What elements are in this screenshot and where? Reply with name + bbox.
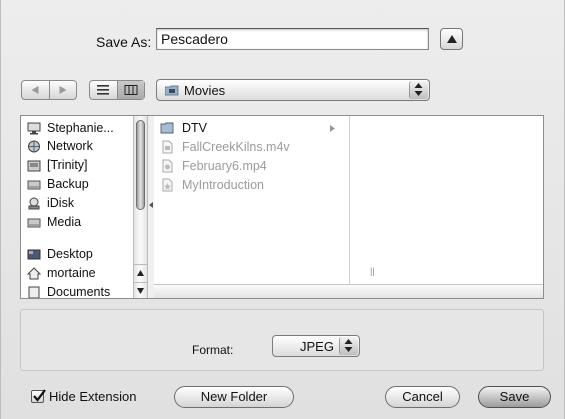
- home-icon: [26, 266, 42, 280]
- sidebar-item-label: iDisk: [47, 196, 75, 210]
- sidebar-item-trinity[interactable]: [Trinity]: [27, 156, 88, 174]
- splitter-grip-icon: [149, 202, 153, 208]
- file-browser: Stephanie... Network [Trinity] Backup iD…: [20, 115, 544, 299]
- cancel-button[interactable]: Cancel: [385, 386, 460, 408]
- sidebar-item-label: Stephanie...: [47, 121, 114, 135]
- file-name: DTV: [182, 121, 207, 135]
- sidebar-item-label: mortaine: [47, 266, 96, 280]
- idisk-icon: [27, 197, 41, 210]
- column-resize-handle[interactable]: ||: [370, 266, 375, 276]
- list-view-button[interactable]: [90, 81, 117, 99]
- collapse-button[interactable]: [440, 28, 463, 50]
- checkmark-icon: [33, 389, 46, 402]
- filename-input[interactable]: Pescadero: [156, 28, 429, 50]
- sidebar-item-network[interactable]: Network: [27, 137, 93, 155]
- sidebar-scrollbar[interactable]: [133, 116, 148, 298]
- sidebar-scroll-arrows: [134, 264, 147, 298]
- format-accessory-panel: Format: JPEG: [20, 309, 544, 371]
- desktop-icon: [27, 248, 41, 261]
- arrow-right-icon: [59, 86, 67, 94]
- sidebar-item-label: Network: [47, 139, 93, 153]
- location-popup[interactable]: Movies: [156, 79, 430, 101]
- file-row-dtv[interactable]: DTV: [160, 119, 335, 137]
- hide-extension-label[interactable]: Hide Extension: [49, 389, 136, 404]
- browser-horizontal-scrollbar[interactable]: [154, 284, 543, 298]
- sidebar-item-label: Documents: [47, 285, 111, 299]
- location-label: Movies: [184, 83, 226, 98]
- format-popup[interactable]: JPEG: [272, 335, 360, 357]
- file-name: February6.mp4: [182, 159, 267, 173]
- computer-icon: [27, 122, 41, 135]
- file-name: MyIntroduction: [182, 178, 264, 192]
- arrow-down-icon: [137, 288, 144, 294]
- format-label: Format:: [192, 343, 234, 357]
- sidebar-item-documents[interactable]: Documents: [27, 283, 111, 299]
- save-button[interactable]: Save: [478, 386, 551, 408]
- arrow-left-icon: [31, 86, 39, 94]
- drive-icon: [27, 178, 41, 191]
- list-view-icon: [97, 85, 110, 95]
- video-file-icon: [160, 159, 174, 173]
- sidebar-item-label: [Trinity]: [47, 158, 88, 172]
- sidebar-item-desktop[interactable]: Desktop: [27, 245, 93, 263]
- sidebar-item-computer[interactable]: Stephanie...: [27, 119, 114, 137]
- triangle-up-icon: [447, 35, 457, 43]
- sidebar-scroll-thumb[interactable]: [136, 120, 145, 210]
- browser-column-1: DTV FallCreekKilns.m4v February6.mp4 MyI…: [154, 116, 350, 284]
- movie-file-icon: [160, 140, 174, 154]
- drive-icon: [27, 159, 41, 172]
- forward-button[interactable]: [48, 81, 77, 99]
- sidebar-item-media[interactable]: Media: [27, 213, 81, 231]
- column-view-button[interactable]: [116, 81, 144, 99]
- back-forward-control: [21, 80, 77, 100]
- folder-icon: [160, 121, 174, 135]
- browser-column-2: ||: [350, 116, 543, 284]
- hide-extension-checkbox[interactable]: [31, 389, 46, 403]
- sidebar-item-label: Media: [47, 215, 82, 229]
- movies-folder-icon: [165, 85, 179, 96]
- drive-icon: [27, 216, 41, 229]
- view-mode-control: [89, 80, 145, 100]
- sidebar-item-label: Desktop: [47, 247, 93, 261]
- file-row: MyIntroduction: [160, 176, 264, 194]
- popup-arrows: [409, 81, 428, 99]
- scroll-down-button[interactable]: [134, 282, 147, 298]
- sidebar: Stephanie... Network [Trinity] Backup iD…: [21, 116, 133, 298]
- sidebar-item-backup[interactable]: Backup: [27, 175, 89, 193]
- save-as-label: Save As:: [96, 34, 152, 50]
- column-view-icon: [124, 85, 138, 95]
- chevron-right-icon: [330, 125, 335, 132]
- scroll-up-button[interactable]: [134, 264, 147, 282]
- up-down-arrows-icon: [344, 339, 353, 352]
- save-dialog: Save As: Pescadero Movies Stephanie... N…: [0, 0, 565, 419]
- sidebar-item-home[interactable]: mortaine: [26, 264, 96, 282]
- up-down-arrows-icon: [414, 83, 423, 96]
- arrow-up-icon: [137, 270, 144, 276]
- file-name: FallCreekKilns.m4v: [182, 140, 290, 154]
- new-folder-button[interactable]: New Folder: [174, 386, 294, 408]
- file-row: FallCreekKilns.m4v: [160, 138, 290, 156]
- sidebar-item-idisk[interactable]: iDisk: [27, 194, 74, 212]
- network-icon: [27, 140, 41, 153]
- format-value: JPEG: [300, 339, 334, 354]
- popup-arrows: [339, 337, 358, 355]
- project-file-icon: [160, 178, 174, 192]
- sidebar-item-label: Backup: [47, 177, 89, 191]
- back-button[interactable]: [22, 81, 49, 99]
- file-row: February6.mp4: [160, 157, 267, 175]
- documents-icon: [27, 286, 41, 298]
